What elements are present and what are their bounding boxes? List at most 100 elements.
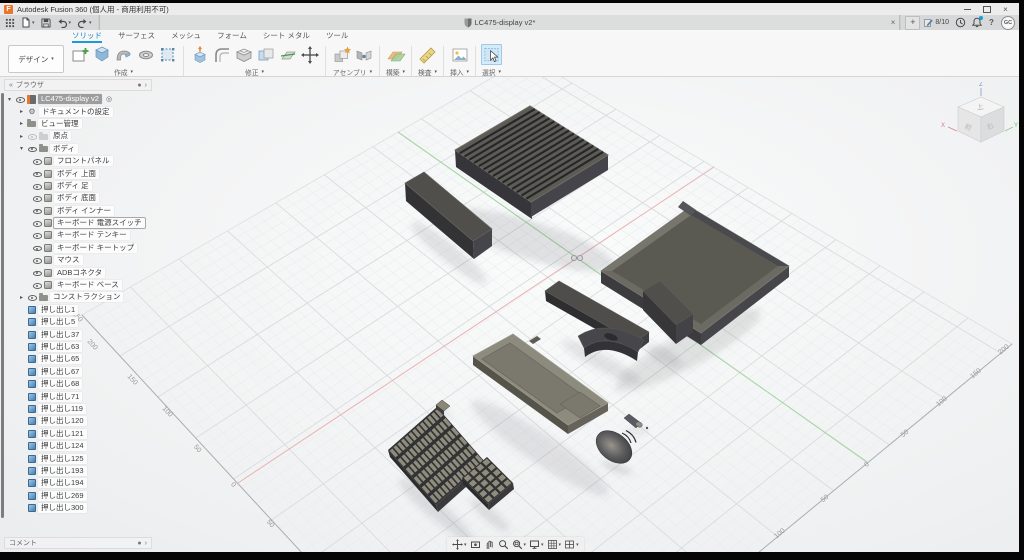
panel-options-icon[interactable]: ● [137,82,141,89]
caret-right-icon[interactable]: ▸ [18,133,25,140]
pan-button[interactable] [484,539,495,550]
panel-expand-icon[interactable]: › [145,540,147,547]
browser-feature-item[interactable]: 押し出し1 [4,304,179,316]
tab-surface[interactable]: サーフェス [118,30,155,43]
browser-body-item[interactable]: ボディ インナー [4,205,179,217]
browser-body-item[interactable]: ボディ 底面 [4,192,179,204]
eye-icon[interactable] [32,231,42,240]
display-settings-button[interactable]: ▾ [529,539,544,550]
group-assemble-label[interactable]: アセンブリ [333,67,367,77]
browser-item-named-views[interactable]: ▸ ビュー管理 [4,118,179,130]
caret-down-icon[interactable]: ▾ [6,96,13,103]
eye-icon[interactable] [32,243,42,252]
eye-icon[interactable] [32,181,42,190]
browser-feature-item[interactable]: 押し出し300 [4,502,179,514]
tab-form[interactable]: フォーム [217,30,247,43]
group-insert-label[interactable]: 挿入 [450,67,464,77]
notifications-bell-icon[interactable] [972,17,982,28]
minimize-button[interactable] [958,4,977,15]
panel-options-icon[interactable]: ● [137,540,141,547]
browser-body-item[interactable]: キーボード キートップ [4,242,179,254]
document-tab[interactable]: LC475-display v2* × [99,15,901,30]
browser-feature-item[interactable]: 押し出し5 [4,316,179,328]
browser-panel-header[interactable]: « ブラウザ ● › [4,79,152,91]
caret-right-icon[interactable]: ▸ [18,108,25,115]
eye-icon[interactable] [32,157,42,166]
joint-button[interactable] [353,44,374,65]
eye-icon[interactable] [32,169,42,178]
eye-icon[interactable] [27,293,37,302]
orbit-button[interactable]: ▾ [452,539,467,550]
app-grid-menu-icon[interactable] [3,18,17,28]
collapse-panel-icon[interactable]: « [9,82,13,89]
browser-feature-item[interactable]: 押し出し125 [4,452,179,464]
browser-feature-item[interactable]: 押し出し65 [4,353,179,365]
eye-icon[interactable] [32,256,42,265]
browser-feature-item[interactable]: 押し出し63 [4,341,179,353]
shell-button[interactable] [233,44,254,65]
combine-button[interactable] [255,44,276,65]
browser-feature-item[interactable]: 押し出し71 [4,390,179,402]
browser-body-item[interactable]: マウス [4,254,179,266]
browser-body-item[interactable]: ボディ 上面 [4,167,179,179]
grid-snaps-button[interactable]: ▾ [547,539,562,550]
eye-icon[interactable] [32,194,42,203]
select-button[interactable] [481,44,502,65]
caret-right-icon[interactable]: ▸ [18,120,25,127]
extrude-button[interactable] [91,44,112,65]
browser-item-construction[interactable]: ▸ コンストラクション [4,291,179,303]
fit-button[interactable]: ▾ [512,539,527,550]
view-cube[interactable]: 上 前 右 Z X Y [941,82,1018,142]
new-component-button[interactable] [331,44,352,65]
zoom-button[interactable] [498,539,509,550]
eye-icon[interactable] [15,95,25,104]
eye-icon[interactable] [27,144,37,153]
browser-feature-item[interactable]: 押し出し120 [4,415,179,427]
new-tab-button[interactable]: + [905,16,920,30]
activate-component-icon[interactable]: ◎ [106,95,112,103]
browser-item-document-settings[interactable]: ▸ ⚙ ドキュメントの設定 [4,105,179,117]
save-icon[interactable] [39,18,53,28]
construction-plane-button[interactable] [385,44,406,65]
browser-feature-item[interactable]: 押し出し193 [4,465,179,477]
group-inspect-label[interactable]: 検査 [418,67,432,77]
browser-feature-item[interactable]: 押し出し37 [4,328,179,340]
panel-expand-icon[interactable]: › [145,82,147,89]
eye-icon[interactable] [32,219,42,228]
eye-icon[interactable] [27,132,37,141]
browser-feature-item[interactable]: 押し出し119 [4,403,179,415]
browser-body-item[interactable]: ADBコネクタ [4,266,179,278]
browser-feature-item[interactable]: 押し出し68 [4,378,179,390]
group-construct-label[interactable]: 構築 [386,67,400,77]
browser-body-item[interactable]: キーボード テンキー [4,229,179,241]
insert-canvas-button[interactable] [449,44,470,65]
group-create-label[interactable]: 作成 [114,67,128,77]
file-menu-icon[interactable]: ▾ [19,17,37,28]
viewports-button[interactable]: ▾ [564,539,579,550]
part-adb-connector[interactable] [624,414,648,429]
caret-down-icon[interactable]: ▾ [18,145,25,152]
comments-panel-header[interactable]: コメント ● › [4,537,152,549]
tab-mesh[interactable]: メッシュ [171,30,201,43]
document-limit-badge[interactable]: 8/10 [924,18,949,27]
browser-feature-item[interactable]: 押し出し124 [4,440,179,452]
avatar[interactable]: GC [1001,16,1015,30]
split-body-button[interactable] [277,44,298,65]
measure-button[interactable] [417,44,438,65]
browser-body-item[interactable]: キーボード ベース [4,279,179,291]
tab-tools[interactable]: ツール [326,30,349,43]
redo-icon[interactable]: ▾ [75,18,94,28]
job-status-clock-icon[interactable] [953,17,968,28]
help-icon[interactable]: ? [986,17,997,28]
close-button[interactable]: × [996,4,1015,15]
eye-icon[interactable] [32,206,42,215]
browser-item-origin[interactable]: ▸ 原点 [4,130,179,142]
tab-sheet-metal[interactable]: シート メタル [263,30,310,43]
browser-root-item[interactable]: ▾ LC475-display v2 ◎ [4,93,179,105]
part-case-top[interactable] [455,106,608,219]
revolve-button[interactable] [135,44,156,65]
maximize-button[interactable] [977,4,996,15]
press-pull-button[interactable] [189,44,210,65]
group-modify-label[interactable]: 修正 [245,67,259,77]
sketch-box-button[interactable] [157,44,178,65]
